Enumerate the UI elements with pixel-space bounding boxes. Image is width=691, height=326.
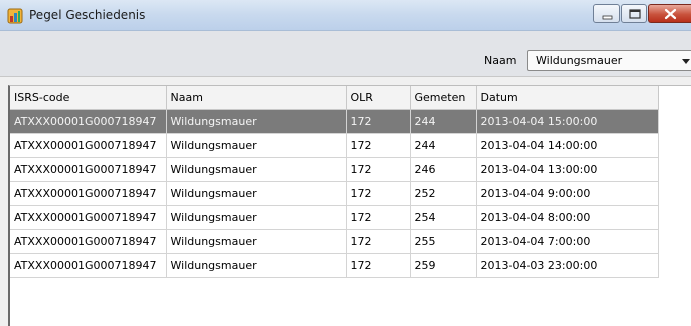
cell-datum: 2013-04-04 7:00:00 (476, 229, 659, 254)
naam-select[interactable]: Wildungsmauer (527, 50, 691, 71)
cell-gemeten: 255 (410, 229, 477, 254)
cell-olr: 172 (346, 181, 411, 206)
pegel-geschiedenis-window: Pegel Geschiedenis Naam Wildungsmauer IS… (0, 0, 691, 326)
cell-olr: 172 (346, 109, 411, 134)
naam-filter-label: Naam (484, 54, 517, 67)
cell-olr: 172 (346, 205, 411, 230)
minimize-icon (602, 15, 613, 20)
cell-naam: Wildungsmauer (166, 109, 347, 134)
table-row[interactable]: ATXXX00001G000718947 Wildungsmauer 172 2… (10, 181, 659, 206)
table-row[interactable]: ATXXX00001G000718947 Wildungsmauer 172 2… (10, 157, 659, 182)
cell-gemeten: 254 (410, 205, 477, 230)
filter-toolbar: Naam Wildungsmauer (0, 31, 691, 77)
maximize-icon (629, 9, 641, 19)
cell-datum: 2013-04-03 23:00:00 (476, 253, 659, 278)
header-row: ISRS-code Naam OLR Gemeten Datum (10, 86, 659, 110)
cell-datum: 2013-04-04 13:00:00 (476, 157, 659, 182)
cell-datum: 2013-04-04 15:00:00 (476, 109, 659, 134)
cell-isrs-code: ATXXX00001G000718947 (10, 133, 167, 158)
cell-gemeten: 246 (410, 157, 477, 182)
cell-gemeten: 244 (410, 109, 477, 134)
cell-olr: 172 (346, 157, 411, 182)
close-button[interactable] (648, 4, 691, 23)
table-row[interactable]: ATXXX00001G000718947 Wildungsmauer 172 2… (10, 253, 659, 278)
column-header-isrs-code[interactable]: ISRS-code (10, 86, 167, 110)
history-table: ISRS-code Naam OLR Gemeten Datum ATXXX00… (10, 86, 659, 278)
gauge-app-icon (7, 8, 23, 24)
cell-naam: Wildungsmauer (166, 253, 347, 278)
cell-isrs-code: ATXXX00001G000718947 (10, 181, 167, 206)
column-header-olr[interactable]: OLR (346, 86, 411, 110)
cell-gemeten: 244 (410, 133, 477, 158)
close-icon (664, 8, 677, 20)
cell-olr: 172 (346, 133, 411, 158)
naam-select-value: Wildungsmauer (536, 54, 623, 67)
title-bar[interactable]: Pegel Geschiedenis (0, 0, 691, 31)
cell-isrs-code: ATXXX00001G000718947 (10, 229, 167, 254)
cell-naam: Wildungsmauer (166, 181, 347, 206)
chevron-down-icon[interactable] (680, 55, 691, 67)
cell-naam: Wildungsmauer (166, 157, 347, 182)
cell-isrs-code: ATXXX00001G000718947 (10, 205, 167, 230)
cell-isrs-code: ATXXX00001G000718947 (10, 157, 167, 182)
table-row[interactable]: ATXXX00001G000718947 Wildungsmauer 172 2… (10, 109, 659, 134)
window-title: Pegel Geschiedenis (29, 8, 146, 22)
cell-datum: 2013-04-04 14:00:00 (476, 133, 659, 158)
column-header-datum[interactable]: Datum (476, 86, 659, 110)
table-row[interactable]: ATXXX00001G000718947 Wildungsmauer 172 2… (10, 133, 659, 158)
table-row[interactable]: ATXXX00001G000718947 Wildungsmauer 172 2… (10, 229, 659, 254)
cell-gemeten: 259 (410, 253, 477, 278)
cell-datum: 2013-04-04 8:00:00 (476, 205, 659, 230)
table-row[interactable]: ATXXX00001G000718947 Wildungsmauer 172 2… (10, 205, 659, 230)
column-header-naam[interactable]: Naam (166, 86, 347, 110)
cell-naam: Wildungsmauer (166, 133, 347, 158)
history-grid[interactable]: ISRS-code Naam OLR Gemeten Datum ATXXX00… (8, 85, 691, 326)
cell-isrs-code: ATXXX00001G000718947 (10, 109, 167, 134)
cell-olr: 172 (346, 229, 411, 254)
cell-naam: Wildungsmauer (166, 229, 347, 254)
cell-datum: 2013-04-04 9:00:00 (476, 181, 659, 206)
column-header-gemeten[interactable]: Gemeten (410, 86, 477, 110)
cell-olr: 172 (346, 253, 411, 278)
cell-gemeten: 252 (410, 181, 477, 206)
cell-naam: Wildungsmauer (166, 205, 347, 230)
maximize-button[interactable] (621, 4, 647, 23)
minimize-button[interactable] (593, 4, 620, 23)
cell-isrs-code: ATXXX00001G000718947 (10, 253, 167, 278)
